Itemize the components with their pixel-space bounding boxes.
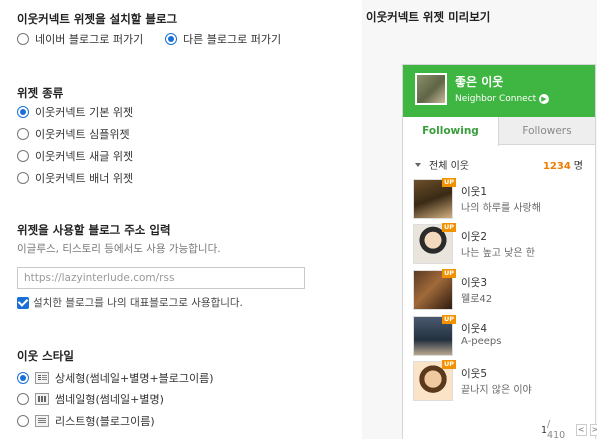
- style-detail-label: 상세형(썸네일+별명+블로그이름): [55, 372, 214, 385]
- style-list-radio[interactable]: [17, 415, 29, 427]
- style-thumb-radio[interactable]: [17, 393, 29, 405]
- widget-type-title: 위젯 종류: [17, 86, 64, 100]
- neighbor-name[interactable]: 이웃2: [461, 229, 487, 244]
- list-view-icon: [35, 415, 49, 427]
- list-item[interactable]: UP 이웃3 웰로42: [413, 269, 589, 312]
- pagination: 1 / 410 < >: [541, 419, 597, 439]
- other-blog-label: 다른 블로그로 퍼가기: [183, 33, 282, 46]
- list-item[interactable]: UP 이웃4 A-peeps: [413, 315, 589, 358]
- neighbor-blog-name: A-peeps: [461, 336, 502, 347]
- next-page-button[interactable]: >: [589, 424, 597, 436]
- widget-owner-name: 좋은 이웃: [455, 75, 504, 89]
- widget-type-newpost-label: 이웃커넥트 새글 위젯: [35, 150, 134, 163]
- tab-following[interactable]: Following: [403, 117, 499, 146]
- neighbor-filter-dropdown[interactable]: 전체 이웃: [415, 157, 469, 172]
- style-thumb-option[interactable]: 썸네일형(썸네일+별명): [17, 391, 164, 407]
- style-list-option[interactable]: 리스트형(블로그이름): [17, 413, 155, 429]
- widget-header: 좋은 이웃 Neighbor Connect ▶: [403, 65, 595, 117]
- list-item[interactable]: UP 이웃2 나는 높고 낮은 한: [413, 223, 589, 266]
- widget-type-banner-label: 이웃커넥트 배너 위젯: [35, 172, 134, 185]
- settings-panel: 이웃커넥트 위젯을 설치할 블로그 네이버 블로그로 퍼가기 다른 블로그로 퍼…: [0, 0, 362, 439]
- other-blog-option[interactable]: 다른 블로그로 퍼가기: [165, 31, 281, 47]
- detail-view-icon: [35, 372, 49, 384]
- neighbor-name[interactable]: 이웃4: [461, 321, 487, 336]
- neighbor-name[interactable]: 이웃3: [461, 275, 487, 290]
- naver-blog-label: 네이버 블로그로 퍼가기: [35, 33, 144, 46]
- neighbor-name[interactable]: 이웃1: [461, 184, 487, 199]
- arrow-right-icon[interactable]: ▶: [539, 94, 549, 104]
- thumbnail-view-icon: [35, 393, 49, 405]
- other-blog-radio[interactable]: [165, 33, 177, 45]
- neighbor-connect-link[interactable]: Neighbor Connect: [455, 94, 536, 104]
- main-blog-checkbox-row[interactable]: 설치한 블로그를 나의 대표블로그로 사용합니다.: [17, 295, 243, 310]
- neighbor-connect-widget: 좋은 이웃 Neighbor Connect ▶ Following Follo…: [402, 64, 597, 439]
- list-item[interactable]: UP 이웃5 끝나지 않은 이야: [413, 360, 589, 403]
- widget-type-basic[interactable]: 이웃커넥트 기본 위젯: [17, 104, 133, 120]
- avatar[interactable]: [415, 73, 447, 105]
- preview-title: 이웃커넥트 위젯 미리보기: [366, 10, 491, 24]
- blog-url-input[interactable]: [17, 267, 305, 289]
- neighbor-name[interactable]: 이웃5: [461, 366, 487, 381]
- naver-blog-option[interactable]: 네이버 블로그로 퍼가기: [17, 31, 143, 47]
- up-badge: UP: [442, 178, 457, 187]
- up-badge: UP: [442, 315, 457, 324]
- style-list-label: 리스트형(블로그이름): [55, 415, 155, 428]
- neighbor-blog-name: 웰로42: [461, 294, 493, 305]
- style-thumb-label: 썸네일형(썸네일+별명): [55, 393, 164, 406]
- style-detail-option[interactable]: 상세형(썸네일+별명+블로그이름): [17, 370, 214, 386]
- widget-type-basic-label: 이웃커넥트 기본 위젯: [35, 106, 134, 119]
- install-section-title: 이웃커넥트 위젯을 설치할 블로그: [17, 12, 178, 26]
- widget-type-newpost-radio[interactable]: [17, 150, 29, 162]
- widget-type-simple-label: 이웃커넥트 심플위젯: [35, 128, 130, 141]
- widget-type-simple[interactable]: 이웃커넥트 심플위젯: [17, 126, 130, 142]
- neighbor-blog-name: 끝나지 않은 이야: [461, 385, 532, 396]
- blog-url-title: 위젯을 사용할 블로그 주소 입력: [17, 223, 171, 237]
- widget-type-newpost[interactable]: 이웃커넥트 새글 위젯: [17, 148, 133, 164]
- up-badge: UP: [442, 360, 457, 369]
- page-total: / 410: [547, 419, 566, 439]
- neighbor-blog-name: 나의 하루를 사랑해: [461, 203, 541, 214]
- tab-followers[interactable]: Followers: [499, 117, 595, 145]
- up-badge: UP: [442, 223, 457, 232]
- naver-blog-radio[interactable]: [17, 33, 29, 45]
- neighbor-filter-label: 전체 이웃: [429, 161, 469, 172]
- widget-type-banner-radio[interactable]: [17, 172, 29, 184]
- prev-page-button[interactable]: <: [575, 424, 587, 436]
- up-badge: UP: [442, 269, 457, 278]
- neighbor-count-value: 1234: [542, 161, 571, 172]
- main-blog-checkbox-label: 설치한 블로그를 나의 대표블로그로 사용합니다.: [33, 297, 243, 309]
- widget-type-simple-radio[interactable]: [17, 128, 29, 140]
- neighbor-count: 1234 명: [543, 157, 583, 172]
- neighbor-blog-name: 나는 높고 낮은 한: [461, 248, 535, 259]
- style-detail-radio[interactable]: [17, 372, 29, 384]
- widget-tabs: Following Followers: [403, 117, 595, 146]
- neighbor-style-title: 이웃 스타일: [17, 349, 74, 363]
- widget-type-basic-radio[interactable]: [17, 106, 29, 118]
- preview-panel: 이웃커넥트 위젯 미리보기 좋은 이웃 Neighbor Connect ▶ F…: [362, 0, 597, 439]
- dropdown-arrow-icon: [415, 162, 421, 167]
- neighbor-count-unit: 명: [573, 161, 583, 172]
- main-blog-checkbox[interactable]: [17, 296, 29, 309]
- widget-type-banner[interactable]: 이웃커넥트 배너 위젯: [17, 170, 133, 186]
- blog-url-hint: 이글루스, 티스토리 등에서도 사용 가능합니다.: [17, 243, 221, 255]
- list-item[interactable]: UP 이웃1 나의 하루를 사랑해: [413, 178, 589, 221]
